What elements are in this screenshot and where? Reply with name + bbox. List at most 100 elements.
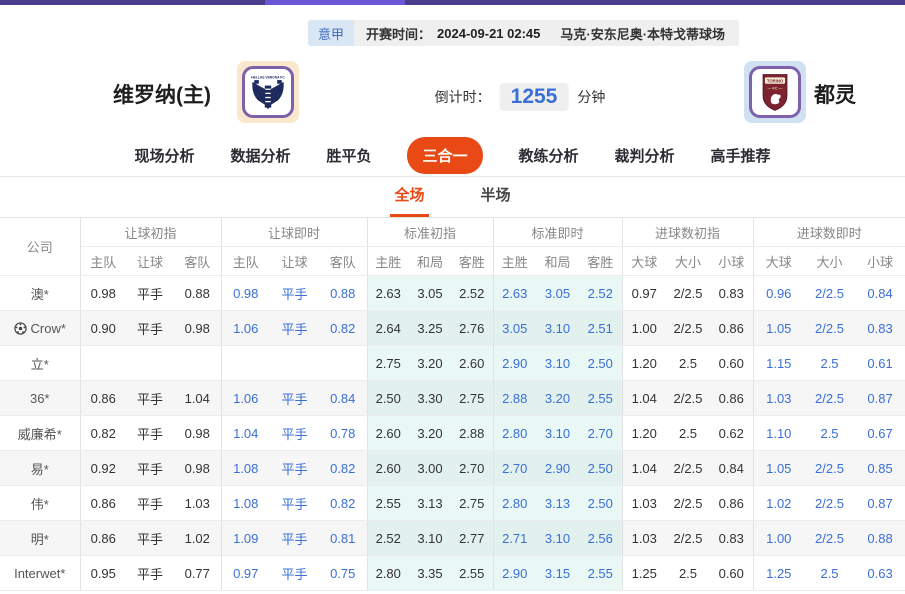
odds-cell-1x2-live-2[interactable]: 2.50 xyxy=(579,450,622,486)
odds-cell-handicap-live-0[interactable]: 1.08 xyxy=(220,450,270,486)
odds-cell-1x2-live-0[interactable]: 3.05 xyxy=(492,310,536,346)
odds-cell-handicap-live-2[interactable]: 0.84 xyxy=(319,380,367,416)
odds-cell-1x2-live-1[interactable]: 3.05 xyxy=(536,275,579,311)
odds-cell-goals-live-1[interactable]: 2.5 xyxy=(804,555,856,591)
odds-cell-1x2-live-1[interactable]: 2.90 xyxy=(536,450,579,486)
odds-cell-goals-live-0[interactable]: 1.15 xyxy=(752,345,805,381)
odds-cell-goals-live-2[interactable]: 0.88 xyxy=(855,520,905,556)
odds-cell-goals-live-1[interactable]: 2/2.5 xyxy=(804,520,856,556)
odds-cell-1x2-live-2[interactable]: 2.56 xyxy=(579,520,622,556)
odds-cell-handicap-live-0[interactable]: 1.06 xyxy=(220,310,270,346)
odds-cell-handicap-live-2[interactable]: 0.82 xyxy=(319,485,367,521)
odds-cell-handicap-live-2[interactable]: 0.81 xyxy=(319,520,367,556)
odds-cell-goals-live-0[interactable]: 1.05 xyxy=(752,450,805,486)
subtab-half-match[interactable]: 半场 xyxy=(477,176,515,217)
odds-cell-1x2-live-0[interactable]: 2.63 xyxy=(492,275,536,311)
odds-cell-1x2-live-2[interactable]: 2.52 xyxy=(579,275,622,311)
odds-cell-goals-live-0[interactable]: 0.96 xyxy=(752,275,805,311)
league-badge[interactable]: 意甲 xyxy=(308,20,355,46)
odds-cell-goals-live-0[interactable]: 1.03 xyxy=(752,380,805,416)
odds-cell-1x2-live-0[interactable]: 2.90 xyxy=(492,555,536,591)
odds-cell-goals-live-0[interactable]: 1.05 xyxy=(752,310,805,346)
company-cell[interactable]: 明* xyxy=(0,520,81,556)
subtab-full-match[interactable]: 全场 xyxy=(390,176,429,217)
odds-cell-goals-live-2[interactable]: 0.87 xyxy=(855,380,905,416)
odds-cell-1x2-live-1[interactable]: 3.10 xyxy=(536,310,579,346)
odds-cell-handicap-live-0[interactable]: 1.04 xyxy=(220,415,270,451)
odds-cell-1x2-live-2[interactable]: 2.70 xyxy=(579,415,622,451)
company-cell[interactable]: 澳* xyxy=(0,275,81,311)
odds-cell-goals-live-2[interactable]: 0.61 xyxy=(855,345,905,381)
odds-cell-handicap-live-1[interactable]: 平手 xyxy=(270,555,319,591)
odds-cell-handicap-live-1[interactable] xyxy=(270,345,319,381)
tab-data-analysis[interactable]: 数据分析 xyxy=(230,145,290,166)
odds-cell-goals-live-2[interactable]: 0.85 xyxy=(855,450,905,486)
odds-cell-handicap-live-1[interactable]: 平手 xyxy=(270,520,319,556)
company-cell[interactable]: 威廉希* xyxy=(0,415,81,451)
tab-expert-picks[interactable]: 高手推荐 xyxy=(711,145,771,166)
odds-cell-goals-live-2[interactable]: 0.84 xyxy=(855,275,905,311)
odds-cell-goals-live-0[interactable]: 1.00 xyxy=(752,520,805,556)
odds-cell-handicap-live-1[interactable]: 平手 xyxy=(270,485,319,521)
odds-cell-1x2-live-1[interactable]: 3.15 xyxy=(536,555,579,591)
company-cell[interactable]: Crow* xyxy=(0,310,81,346)
odds-cell-1x2-live-1[interactable]: 3.20 xyxy=(536,380,579,416)
odds-cell-handicap-live-2[interactable]: 0.88 xyxy=(319,275,367,311)
odds-cell-goals-live-2[interactable]: 0.63 xyxy=(855,555,905,591)
odds-cell-1x2-live-2[interactable]: 2.51 xyxy=(579,310,622,346)
odds-cell-1x2-live-0[interactable]: 2.70 xyxy=(492,450,536,486)
tab-live-analysis[interactable]: 现场分析 xyxy=(134,145,194,166)
odds-cell-handicap-live-0[interactable]: 1.09 xyxy=(220,520,270,556)
odds-cell-1x2-live-1[interactable]: 3.10 xyxy=(536,415,579,451)
company-cell[interactable]: 立* xyxy=(0,345,81,381)
odds-cell-handicap-live-2[interactable]: 0.82 xyxy=(319,450,367,486)
odds-cell-goals-live-0[interactable]: 1.25 xyxy=(752,555,805,591)
odds-cell-handicap-live-2[interactable]: 0.78 xyxy=(319,415,367,451)
odds-cell-goals-live-1[interactable]: 2.5 xyxy=(804,415,856,451)
tab-three-in-one[interactable]: 三合一 xyxy=(407,137,483,174)
odds-cell-1x2-live-0[interactable]: 2.80 xyxy=(492,485,536,521)
odds-cell-goals-live-0[interactable]: 1.02 xyxy=(752,485,805,521)
odds-cell-handicap-live-1[interactable]: 平手 xyxy=(270,275,319,311)
odds-cell-handicap-live-0[interactable]: 1.08 xyxy=(220,485,270,521)
odds-cell-handicap-live-0[interactable]: 1.06 xyxy=(220,380,270,416)
odds-cell-goals-live-2[interactable]: 0.67 xyxy=(855,415,905,451)
odds-cell-1x2-live-1[interactable]: 3.13 xyxy=(536,485,579,521)
tab-referee-analysis[interactable]: 裁判分析 xyxy=(615,145,675,166)
odds-cell-1x2-live-2[interactable]: 2.55 xyxy=(579,555,622,591)
odds-cell-1x2-live-1[interactable]: 3.10 xyxy=(536,345,579,381)
odds-cell-1x2-live-2[interactable]: 2.50 xyxy=(579,345,622,381)
odds-cell-goals-live-1[interactable]: 2/2.5 xyxy=(804,450,856,486)
odds-cell-1x2-live-0[interactable]: 2.88 xyxy=(492,380,536,416)
odds-cell-handicap-live-2[interactable]: 0.75 xyxy=(319,555,367,591)
odds-cell-handicap-live-0[interactable]: 0.98 xyxy=(220,275,270,311)
odds-cell-goals-live-1[interactable]: 2/2.5 xyxy=(804,310,856,346)
tab-coach-analysis[interactable]: 教练分析 xyxy=(519,145,579,166)
odds-cell-goals-live-1[interactable]: 2.5 xyxy=(804,345,856,381)
odds-cell-handicap-live-1[interactable]: 平手 xyxy=(270,380,319,416)
odds-cell-handicap-live-2[interactable] xyxy=(319,345,367,381)
odds-cell-1x2-live-0[interactable]: 2.90 xyxy=(492,345,536,381)
odds-cell-1x2-live-1[interactable]: 3.10 xyxy=(536,520,579,556)
odds-cell-handicap-live-1[interactable]: 平手 xyxy=(270,450,319,486)
odds-cell-handicap-live-1[interactable]: 平手 xyxy=(270,415,319,451)
odds-cell-handicap-live-0[interactable]: 0.97 xyxy=(220,555,270,591)
odds-cell-goals-live-1[interactable]: 2/2.5 xyxy=(804,380,856,416)
odds-cell-handicap-live-0[interactable] xyxy=(220,345,270,381)
company-cell[interactable]: 伟* xyxy=(0,485,81,521)
odds-cell-1x2-live-0[interactable]: 2.71 xyxy=(492,520,536,556)
company-cell[interactable]: 36* xyxy=(0,380,81,416)
odds-cell-goals-live-2[interactable]: 0.83 xyxy=(855,310,905,346)
tab-win-draw-lose[interactable]: 胜平负 xyxy=(326,145,371,166)
odds-cell-goals-live-1[interactable]: 2/2.5 xyxy=(804,485,856,521)
odds-cell-goals-live-0[interactable]: 1.10 xyxy=(752,415,805,451)
odds-cell-1x2-live-2[interactable]: 2.55 xyxy=(579,380,622,416)
company-cell[interactable]: Interwet* xyxy=(0,555,81,591)
company-cell[interactable]: 易* xyxy=(0,450,81,486)
odds-cell-1x2-live-2[interactable]: 2.50 xyxy=(579,485,622,521)
odds-cell-1x2-live-0[interactable]: 2.80 xyxy=(492,415,536,451)
odds-cell-goals-live-1[interactable]: 2/2.5 xyxy=(804,275,856,311)
odds-cell-handicap-live-2[interactable]: 0.82 xyxy=(319,310,367,346)
odds-cell-goals-live-2[interactable]: 0.87 xyxy=(855,485,905,521)
odds-cell-handicap-live-1[interactable]: 平手 xyxy=(270,310,319,346)
